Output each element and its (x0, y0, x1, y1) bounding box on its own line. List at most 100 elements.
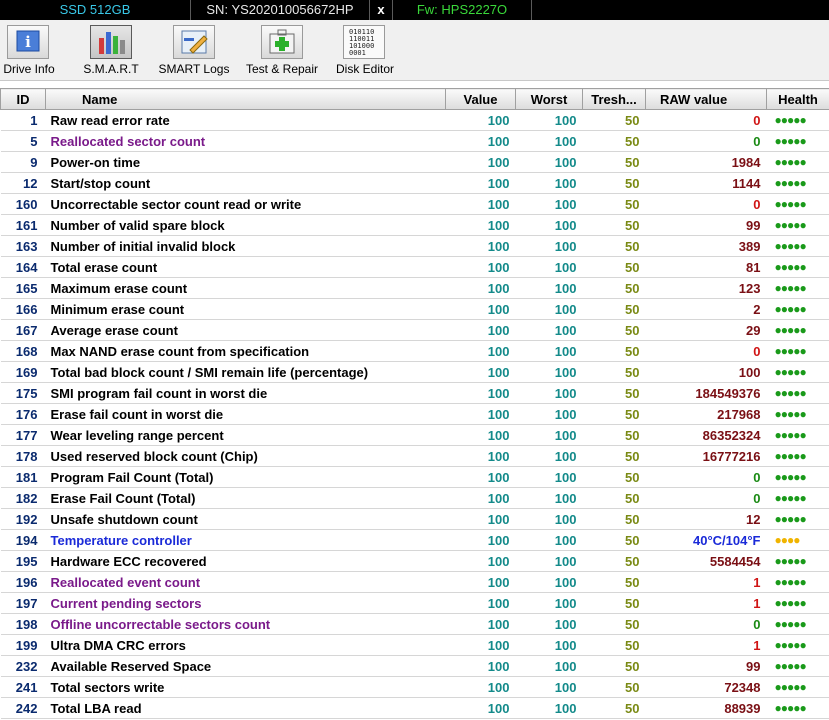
column-header-raw-value[interactable]: RAW value (645, 88, 767, 110)
attribute-health: ●●●●● (766, 424, 829, 446)
attribute-health: ●●●●● (766, 256, 829, 278)
attribute-worst: 100 (515, 214, 583, 236)
close-drive-button[interactable]: x (370, 0, 392, 20)
attribute-id: 175 (0, 382, 46, 404)
attribute-worst: 100 (515, 487, 583, 509)
column-header-health[interactable]: Health (766, 88, 829, 110)
svg-text:0001: 0001 (349, 49, 366, 57)
column-header-threshold[interactable]: Tresh... (582, 88, 646, 110)
binary-data-icon: 010110 110011 101000 0001 (343, 25, 385, 59)
attribute-worst: 100 (515, 193, 583, 215)
test-repair-button[interactable]: Test & Repair (242, 24, 322, 76)
table-row[interactable]: 12 Start/stop count 100 100 50 1144 ●●●●● (0, 172, 829, 194)
table-row[interactable]: 199 Ultra DMA CRC errors 100 100 50 1 ●●●●● (0, 634, 829, 656)
table-row[interactable]: 164 Total erase count 100 100 50 81 ●●●●● (0, 256, 829, 278)
table-row[interactable]: 160 Uncorrectable sector count read or wr… (0, 193, 829, 215)
column-header-id[interactable]: ID (0, 88, 46, 110)
table-row[interactable]: 182 Erase Fail Count (Total) 100 100 50 0 ●●●●… (0, 487, 829, 509)
attribute-worst: 100 (515, 361, 583, 383)
attribute-worst: 100 (515, 655, 583, 677)
attribute-health: ●●●●● (766, 340, 829, 362)
attribute-value: 100 (445, 151, 516, 173)
attribute-threshold: 50 (582, 130, 646, 152)
table-row[interactable]: 232 Available Reserved Space 100 100 50 99 ●●●… (0, 655, 829, 677)
attribute-raw-value: 12 (645, 508, 767, 530)
attribute-worst: 100 (515, 130, 583, 152)
attribute-raw-value: 2 (645, 298, 767, 320)
attribute-id: 232 (0, 655, 46, 677)
attribute-threshold: 50 (582, 697, 646, 719)
attribute-raw-value: 99 (645, 655, 767, 677)
smart-button[interactable]: S.M.A.R.T (80, 24, 142, 76)
disk-editor-button[interactable]: 010110 110011 101000 0001 Disk Editor (334, 24, 396, 76)
attribute-worst: 100 (515, 151, 583, 173)
attribute-threshold: 50 (582, 382, 646, 404)
attribute-worst: 100 (515, 613, 583, 635)
attribute-name: Maximum erase count (45, 277, 446, 299)
table-row[interactable]: 192 Unsafe shutdown count 100 100 50 12 ●●●●● (0, 508, 829, 530)
attribute-threshold: 50 (582, 172, 646, 194)
attribute-id: 242 (0, 697, 46, 719)
table-row[interactable]: 178 Used reserved block count (Chip) 100 10… (0, 445, 829, 467)
table-row[interactable]: 241 Total sectors write 100 100 50 72348 ●●●●● (0, 676, 829, 698)
attribute-threshold: 50 (582, 403, 646, 425)
attribute-name: Power-on time (45, 151, 446, 173)
column-header-name[interactable]: Name (45, 88, 446, 110)
drive-info-button[interactable]: i Drive Info (0, 24, 58, 76)
column-header-worst[interactable]: Worst (515, 88, 583, 110)
table-row[interactable]: 196 Reallocated event count 100 100 50 1 ●●●●● (0, 571, 829, 593)
attribute-name: Available Reserved Space (45, 655, 446, 677)
attribute-worst: 100 (515, 109, 583, 131)
attribute-id: 198 (0, 613, 46, 635)
attribute-health: ●●●●● (766, 151, 829, 173)
attribute-value: 100 (445, 214, 516, 236)
table-row[interactable]: 167 Average erase count 100 100 50 29 ●●●●● (0, 319, 829, 341)
table-row[interactable]: 166 Minimum erase count 100 100 50 2 ●●●●● (0, 298, 829, 320)
table-row[interactable]: 9 Power-on time 100 100 50 1984 ●●●●● (0, 151, 829, 173)
attribute-value: 100 (445, 550, 516, 572)
table-row[interactable]: 168 Max NAND erase count from specificati… (0, 340, 829, 362)
table-row[interactable]: 169 Total bad block count / SMI remain li… (0, 361, 829, 383)
table-row[interactable]: 175 SMI program fail count in worst die 10… (0, 382, 829, 404)
attribute-id: 5 (0, 130, 46, 152)
attribute-value: 100 (445, 697, 516, 719)
table-row[interactable]: 195 Hardware ECC recovered 100 100 50 5584454… (0, 550, 829, 572)
first-aid-kit-icon (261, 25, 303, 59)
table-row[interactable]: 163 Number of initial invalid block 100 100… (0, 235, 829, 257)
table-row[interactable]: 242 Total LBA read 100 100 50 88939 ●●●●● (0, 697, 829, 719)
smart-logs-button[interactable]: SMART Logs (156, 24, 232, 76)
firmware-label: Fw: HPS2227O (416, 2, 508, 17)
table-row[interactable]: 177 Wear leveling range percent 100 100 50 86… (0, 424, 829, 446)
attribute-worst: 100 (515, 466, 583, 488)
attribute-worst: 100 (515, 592, 583, 614)
table-row[interactable]: 165 Maximum erase count 100 100 50 123 ●●●●● (0, 277, 829, 299)
table-row[interactable]: 176 Erase fail count in worst die 100 100 50… (0, 403, 829, 425)
attribute-value: 100 (445, 634, 516, 656)
attribute-raw-value: 0 (645, 340, 767, 362)
attribute-health: ●●●●● (766, 550, 829, 572)
attribute-threshold: 50 (582, 151, 646, 173)
attribute-id: 161 (0, 214, 46, 236)
column-header-value[interactable]: Value (445, 88, 516, 110)
attribute-name: Raw read error rate (45, 109, 446, 131)
table-row[interactable]: 5 Reallocated sector count 100 100 50 0 ●●●●● (0, 130, 829, 152)
attribute-raw-value: 1 (645, 634, 767, 656)
table-row[interactable]: 198 Offline uncorrectable sectors count 10… (0, 613, 829, 635)
attribute-value: 100 (445, 466, 516, 488)
table-row[interactable]: 1 Raw read error rate 100 100 50 0 ●●●●● (0, 109, 829, 131)
attribute-value: 100 (445, 319, 516, 341)
attribute-name: Unsafe shutdown count (45, 508, 446, 530)
table-row[interactable]: 194 Temperature controller 100 100 50 40°C/10… (0, 529, 829, 551)
table-row[interactable]: 197 Current pending sectors 100 100 50 1 ●●●●● (0, 592, 829, 614)
attribute-raw-value: 81 (645, 256, 767, 278)
attribute-id: 181 (0, 466, 46, 488)
attribute-name: Total LBA read (45, 697, 446, 719)
attribute-raw-value: 0 (645, 487, 767, 509)
table-row[interactable]: 161 Number of valid spare block 100 100 50 99… (0, 214, 829, 236)
attribute-raw-value: 0 (645, 109, 767, 131)
drive-model-label: SSD 512GB (59, 2, 131, 17)
attribute-name: Minimum erase count (45, 298, 446, 320)
attribute-worst: 100 (515, 256, 583, 278)
table-row[interactable]: 181 Program Fail Count (Total) 100 100 50 0 ●●… (0, 466, 829, 488)
attribute-name: Erase Fail Count (Total) (45, 487, 446, 509)
